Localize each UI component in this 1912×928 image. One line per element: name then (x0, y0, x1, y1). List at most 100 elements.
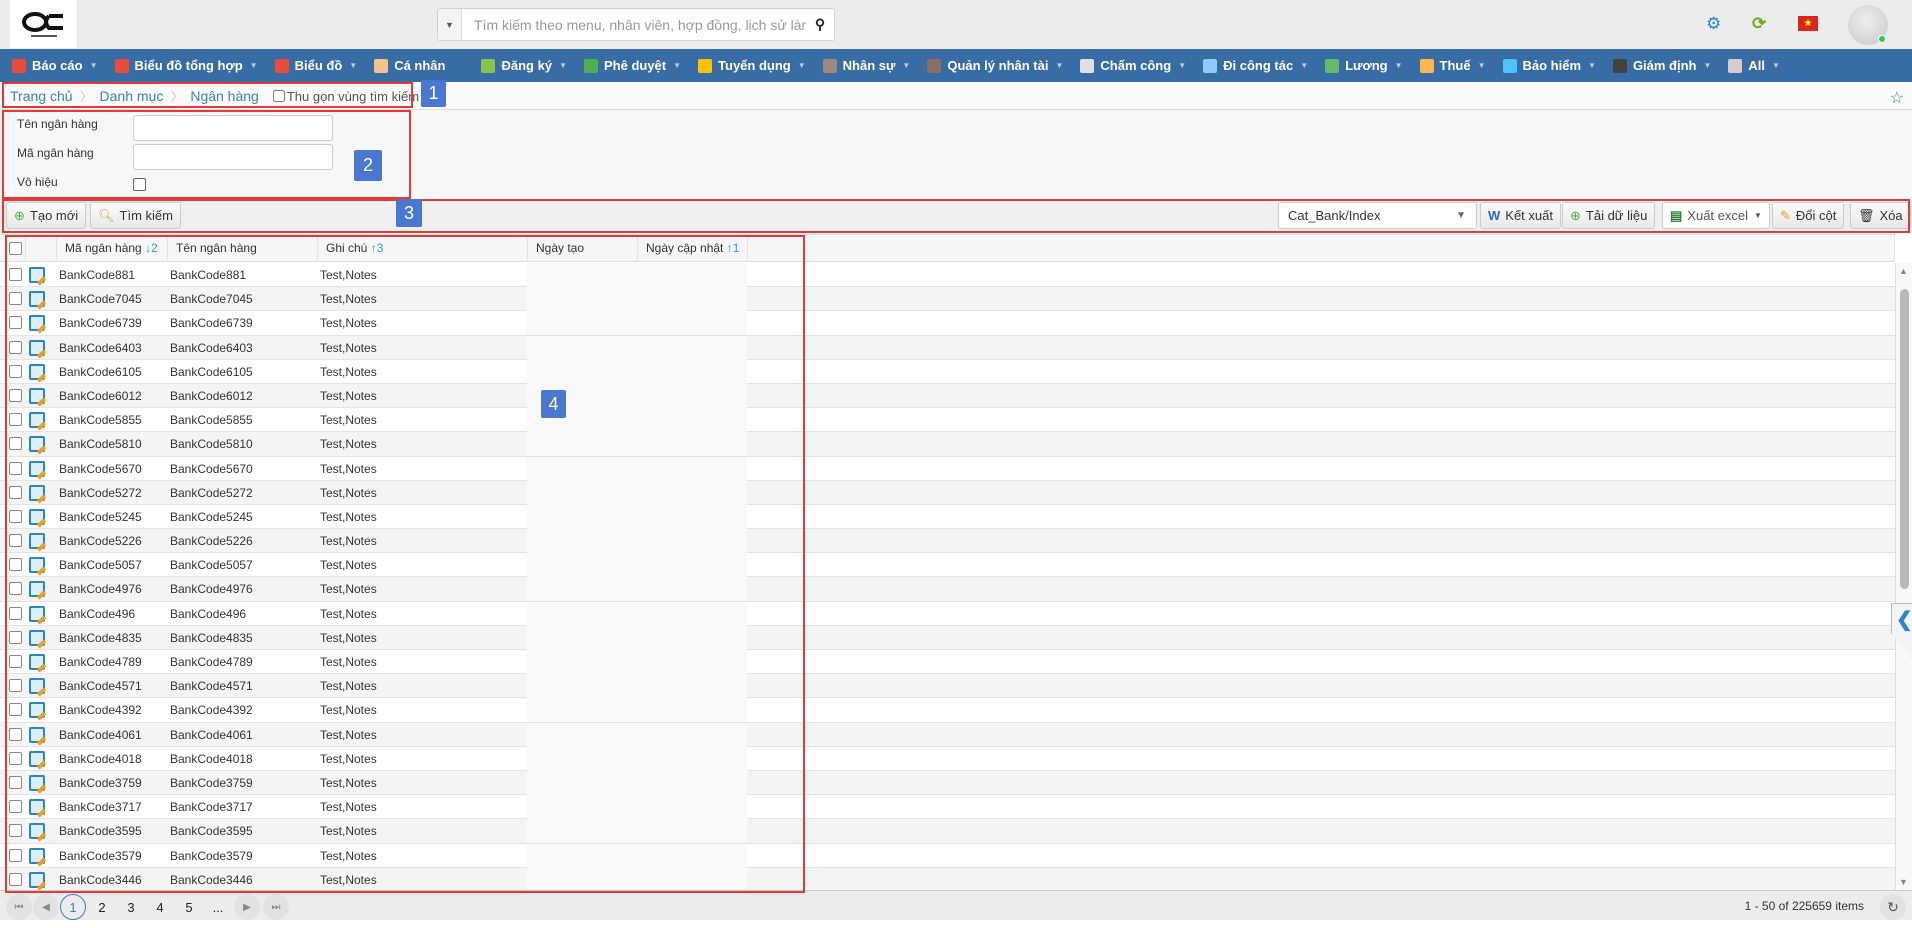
header-note[interactable]: Ghi chú ↑3 (317, 235, 527, 262)
edit-row-icon[interactable] (29, 774, 45, 791)
create-button[interactable]: ⊕ Tạo mới (6, 202, 87, 229)
row-checkbox[interactable] (9, 775, 22, 789)
table-row[interactable]: BankCode5810 BankCode5810 Test,Notes (0, 432, 1895, 457)
scroll-up-icon[interactable]: ▲ (1899, 266, 1908, 276)
export-excel-button[interactable]: ▤ Xuất excel ▼ (1662, 202, 1770, 229)
edit-row-icon[interactable] (29, 363, 45, 380)
row-checkbox[interactable] (9, 268, 22, 281)
row-checkbox[interactable] (9, 800, 22, 814)
collapse-search-checkbox[interactable] (272, 90, 285, 102)
edit-row-icon[interactable] (29, 387, 45, 404)
row-checkbox[interactable] (9, 582, 22, 596)
page-button-5[interactable]: 5 (176, 894, 202, 920)
breadcrumb-home[interactable]: Trang chủ (10, 88, 73, 104)
edit-row-icon[interactable] (29, 315, 45, 332)
edit-row-icon[interactable] (29, 702, 45, 719)
edit-row-icon[interactable] (29, 557, 45, 574)
table-row[interactable]: BankCode3446 BankCode3446 Test,Notes (0, 867, 1895, 890)
row-checkbox[interactable] (9, 509, 22, 523)
table-row[interactable]: BankCode4571 BankCode4571 Test,Notes (0, 674, 1895, 699)
menu-item-9[interactable]: Chấm công ▼ (1080, 58, 1186, 73)
row-checkbox[interactable] (9, 437, 22, 451)
search-icon[interactable]: ⚲ (806, 16, 834, 33)
table-row[interactable]: BankCode3759 BankCode3759 Test,Notes (0, 770, 1895, 796)
load-data-button[interactable]: ⊕ Tải dữ liệu (1562, 202, 1656, 229)
search-scope-dropdown[interactable]: ▼ (438, 9, 462, 40)
table-row[interactable]: BankCode3595 BankCode3595 Test,Notes (0, 819, 1895, 844)
edit-row-icon[interactable] (29, 726, 45, 743)
edit-row-icon[interactable] (29, 533, 45, 550)
menu-item-3[interactable]: Cá nhân (374, 58, 445, 73)
row-checkbox[interactable] (9, 848, 22, 862)
vertical-scrollbar[interactable]: ▲ ▼ (1895, 263, 1912, 890)
more-pages-button[interactable]: ... (205, 894, 231, 920)
breadcrumb-current[interactable]: Ngân hàng (190, 88, 259, 104)
table-row[interactable]: BankCode5670 BankCode5670 Test,Notes (0, 456, 1895, 481)
select-all-checkbox[interactable] (9, 242, 22, 255)
table-row[interactable]: BankCode6105 BankCode6105 Test,Notes (0, 359, 1895, 384)
table-row[interactable]: BankCode5226 BankCode5226 Test,Notes (0, 529, 1895, 554)
edit-row-icon[interactable] (29, 799, 45, 816)
table-row[interactable]: BankCode881 BankCode881 Test,Notes (0, 263, 1895, 288)
first-page-button[interactable]: ⏮ (6, 894, 32, 920)
header-bank-name[interactable]: Tên ngân hàng (167, 235, 317, 262)
row-checkbox[interactable] (9, 558, 22, 572)
menu-item-12[interactable]: Thuế ▼ (1419, 58, 1486, 73)
edit-row-icon[interactable] (29, 508, 45, 525)
table-row[interactable]: BankCode4976 BankCode4976 Test,Notes (0, 577, 1895, 602)
menu-item-13[interactable]: Bảo hiểm ▼ (1502, 58, 1596, 73)
collapse-search-toggle[interactable]: Thu gọn vùng tìm kiếm (272, 89, 419, 104)
table-row[interactable]: BankCode7045 BankCode7045 Test,Notes (0, 287, 1895, 312)
page-button-2[interactable]: 2 (89, 894, 115, 920)
avatar[interactable] (1848, 5, 1888, 45)
table-row[interactable]: BankCode4835 BankCode4835 Test,Notes (0, 625, 1895, 650)
disabled-checkbox[interactable] (133, 178, 146, 191)
header-created-date[interactable]: Ngày tạo (527, 235, 637, 262)
table-row[interactable]: BankCode4392 BankCode4392 Test,Notes (0, 698, 1895, 723)
table-row[interactable]: BankCode6739 BankCode6739 Test,Notes (0, 311, 1895, 336)
table-row[interactable]: BankCode4018 BankCode4018 Test,Notes (0, 746, 1895, 771)
sync-icon[interactable]: ⟳ (1752, 14, 1766, 34)
table-row[interactable]: BankCode5272 BankCode5272 Test,Notes (0, 480, 1895, 505)
edit-row-icon[interactable] (29, 823, 45, 840)
menu-item-0[interactable]: Báo cáo ▼ (12, 58, 98, 73)
edit-row-icon[interactable] (29, 678, 45, 695)
scrollbar-thumb[interactable] (1900, 289, 1909, 589)
template-select[interactable]: Cat_Bank/Index ▼ (1278, 202, 1477, 229)
vietnam-flag-icon[interactable]: ★ (1798, 16, 1818, 31)
page-button-4[interactable]: 4 (147, 894, 173, 920)
prev-page-button[interactable]: ◀ (33, 894, 59, 920)
refresh-icon[interactable]: ↻ (1880, 894, 1906, 920)
header-updated-date[interactable]: Ngày cập nhật ↑1 (637, 235, 747, 262)
global-search[interactable]: ▼ Tìm kiếm theo menu, nhân viên, hợp đồn… (437, 8, 835, 41)
table-row[interactable]: BankCode5855 BankCode5855 Test,Notes (0, 408, 1895, 433)
edit-row-icon[interactable] (29, 484, 45, 501)
menu-item-11[interactable]: Lương ▼ (1325, 58, 1403, 73)
page-button-1[interactable]: 1 (60, 894, 86, 920)
menu-item-7[interactable]: Nhân sự ▼ (822, 58, 910, 73)
row-checkbox[interactable] (9, 364, 22, 378)
table-row[interactable]: BankCode6012 BankCode6012 Test,Notes (0, 383, 1895, 409)
edit-row-icon[interactable] (29, 871, 45, 888)
menu-item-8[interactable]: Quản lý nhân tài ▼ (927, 58, 1063, 73)
row-checkbox[interactable] (9, 872, 22, 886)
row-checkbox[interactable] (9, 413, 22, 427)
change-columns-button[interactable]: ✎ Đổi cột (1772, 202, 1845, 229)
row-checkbox[interactable] (9, 316, 22, 330)
menu-item-5[interactable]: Phê duyệt ▼ (583, 58, 681, 73)
company-logo[interactable] (10, 0, 77, 48)
search-input[interactable]: Tìm kiếm theo menu, nhân viên, hợp đồng,… (462, 17, 806, 33)
menu-item-4[interactable]: Đăng ký ▼ (481, 58, 567, 73)
row-checkbox[interactable] (9, 679, 22, 693)
row-checkbox[interactable] (9, 606, 22, 620)
edit-row-icon[interactable] (29, 460, 45, 477)
row-checkbox[interactable] (9, 727, 22, 741)
edit-row-icon[interactable] (29, 629, 45, 646)
table-row[interactable]: BankCode4061 BankCode4061 Test,Notes (0, 722, 1895, 747)
table-row[interactable]: BankCode4789 BankCode4789 Test,Notes (0, 650, 1895, 675)
scroll-down-icon[interactable]: ▼ (1899, 877, 1908, 887)
favorite-star-icon[interactable]: ☆ (1890, 88, 1904, 108)
search-button[interactable]: 🔍︎ Tìm kiếm (90, 202, 181, 229)
row-checkbox[interactable] (9, 388, 22, 402)
next-page-button[interactable]: ▶ (234, 894, 260, 920)
